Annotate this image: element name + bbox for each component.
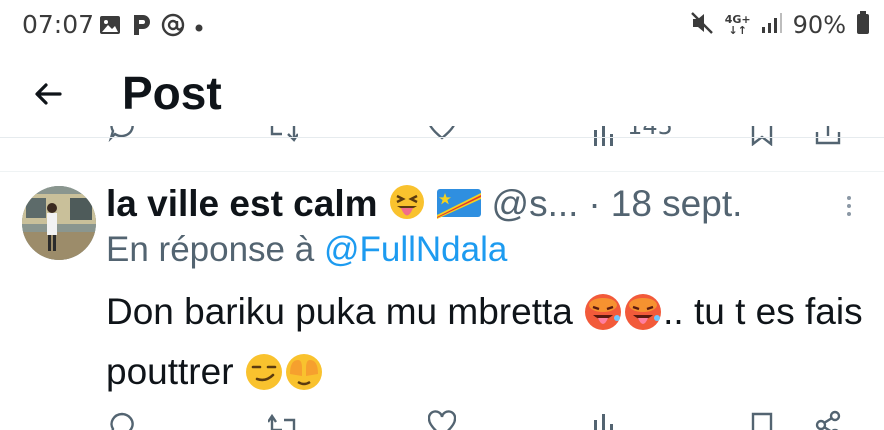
parking-icon <box>130 13 152 41</box>
post-date[interactable]: 18 sept. <box>611 183 743 225</box>
tweet-text: Don bariku puka mu mbretta .. tu t es fa… <box>106 286 866 406</box>
separator: · <box>588 183 601 224</box>
previous-post-actions: 145 <box>0 126 884 156</box>
display-name[interactable]: la ville est calm <box>106 183 378 225</box>
status-time: 07:07 <box>22 10 95 39</box>
drc-flag-emoji <box>436 185 482 223</box>
reply-icon[interactable] <box>108 410 136 430</box>
at-sign-icon <box>160 12 186 42</box>
more-vertical-icon <box>847 196 851 216</box>
repost-icon[interactable] <box>267 412 298 430</box>
views-button[interactable]: 145 <box>592 126 673 150</box>
tweet-text-part1: Don bariku puka mu mbretta <box>106 291 573 332</box>
status-left-icons <box>98 12 204 42</box>
mute-icon <box>689 10 715 40</box>
squinting-tongue-emoji <box>388 183 426 225</box>
gallery-icon <box>98 13 122 41</box>
page-title: Post <box>122 67 222 119</box>
reply-mention-link[interactable]: @FullNdala <box>324 230 507 269</box>
reply-context: En réponse à @FullNdala <box>106 230 507 270</box>
post-actions <box>0 408 884 430</box>
back-arrow-icon <box>35 83 62 105</box>
network-indicator: 4G+ ↓↑ <box>725 14 751 36</box>
reply-icon[interactable] <box>108 126 136 146</box>
battery-icon <box>856 11 870 39</box>
bookmark-icon[interactable] <box>750 412 774 430</box>
header-divider <box>0 137 884 138</box>
handle[interactable]: @s... <box>492 183 579 225</box>
dot-icon <box>194 18 204 37</box>
tweet-header: la ville est calm @s... · 18 sept. <box>106 182 742 226</box>
data-arrows-icon: ↓↑ <box>728 24 747 37</box>
signal-icon <box>761 12 783 38</box>
avatar[interactable] <box>22 186 96 260</box>
hot-face-emoji <box>583 292 623 346</box>
header: Post <box>0 52 884 136</box>
hot-face-emoji <box>623 292 663 346</box>
bookmark-icon[interactable] <box>750 126 774 150</box>
face-with-hand-over-eyes-emoji <box>284 352 324 406</box>
back-button[interactable] <box>28 74 68 114</box>
status-right-icons: 4G+ ↓↑ 90% <box>689 10 870 40</box>
status-bar: 07:07 4G+ ↓↑ 90% <box>0 0 884 52</box>
battery-level: 90% <box>792 11 846 39</box>
reply-prefix: En réponse à <box>106 230 315 269</box>
more-options-button[interactable] <box>843 194 855 218</box>
share-icon[interactable] <box>814 410 842 430</box>
views-icon[interactable] <box>592 412 616 430</box>
smirk-emoji <box>244 352 284 406</box>
share-icon[interactable] <box>814 126 842 150</box>
post-divider <box>0 171 884 172</box>
like-icon[interactable] <box>428 126 456 146</box>
repost-icon[interactable] <box>268 126 299 146</box>
like-icon[interactable] <box>427 410 457 430</box>
